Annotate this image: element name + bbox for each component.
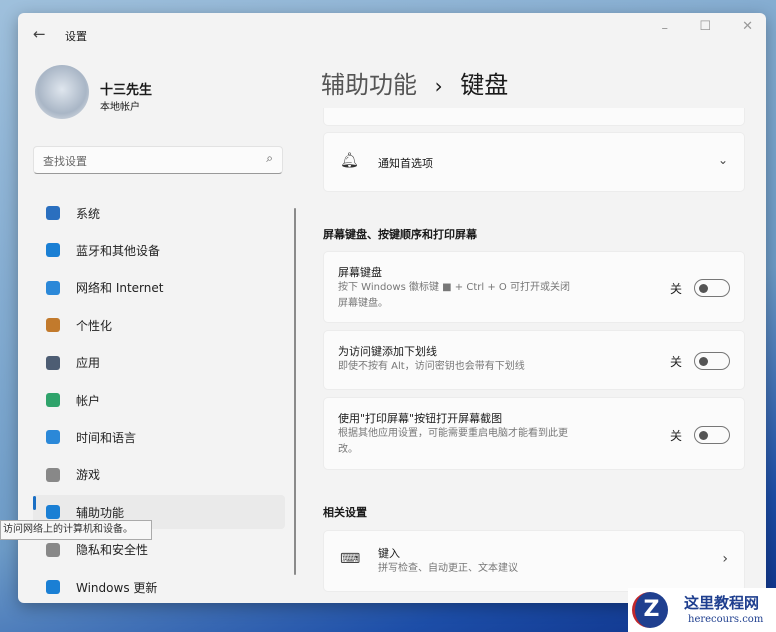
setting-card: 为访问键添加下划线即使不按有 Alt，访问密钥也会带有下划线 关 [323, 330, 745, 390]
setting-desc: 根据其他应用设置，可能需要重启电脑才能看到此更改。 [338, 428, 568, 455]
toggle-state-label: 关 [669, 282, 682, 296]
keyboard-icon: ⌨ [340, 551, 361, 567]
breadcrumb-separator: › [434, 74, 443, 98]
setting-card: 使用"打印屏幕"按钮打开屏幕截图根据其他应用设置，可能需要重启电脑才能看到此更改… [323, 397, 745, 470]
sidebar-item-label: Windows 更新 [76, 580, 158, 595]
sidebar-item-icon [46, 355, 60, 370]
sidebar-item[interactable]: Windows 更新 [33, 570, 285, 603]
sidebar-item[interactable]: 应用 [33, 346, 285, 380]
sidebar-item-icon [46, 206, 60, 220]
maximize-button[interactable]: ☐ [699, 19, 711, 34]
window-title: 设置 [65, 30, 87, 43]
sidebar-item-icon [46, 505, 60, 520]
sidebar-item[interactable]: 个性化 [33, 308, 285, 342]
section-heading-related: 相关设置 [323, 506, 367, 519]
sidebar-item-label: 隐私和安全性 [76, 543, 149, 558]
sidebar-item-label: 时间和语言 [76, 430, 137, 445]
setting-title: 屏幕键盘 [338, 266, 382, 279]
chevron-down-icon: ⌄ [717, 153, 728, 167]
back-arrow-icon[interactable]: ← [33, 25, 46, 43]
typing-desc: 拼写检查、自动更正、文本建议 [378, 563, 518, 574]
tooltip: 访问网络上的计算机和设备。 [0, 520, 152, 540]
sidebar-item-icon [46, 542, 60, 557]
toggle-state-label: 关 [669, 355, 682, 369]
watermark-url: herecours.com [688, 614, 764, 625]
notification-label: 通知首选项 [378, 157, 433, 170]
breadcrumb-current: 键盘 [460, 71, 509, 99]
breadcrumb: 辅助功能 › 键盘 [321, 65, 508, 100]
sidebar-scrollbar[interactable] [294, 208, 296, 575]
setting-desc: 按下 Windows 徽标键 ■ + Ctrl + O 可打开或关闭屏幕键盘。 [338, 282, 570, 309]
sidebar-item[interactable]: 系统 [33, 196, 285, 230]
sidebar-item-label: 个性化 [76, 318, 113, 333]
typing-card[interactable]: ⌨ 键入 拼写检查、自动更正、文本建议 › [323, 530, 745, 592]
sidebar-item-icon [46, 243, 60, 258]
sidebar-item-label: 帐户 [76, 393, 101, 408]
notification-preferences-card[interactable]: 🔔︎ 通知首选项 ⌄ [323, 132, 745, 192]
sidebar-item-label: 网络和 Internet [76, 281, 164, 296]
setting-title: 使用"打印屏幕"按钮打开屏幕截图 [338, 412, 503, 425]
watermark-name: 这里教程网 [684, 594, 760, 612]
user-name: 十三先生 [100, 83, 153, 98]
watermark: Z 这里教程网 herecours.com [628, 588, 776, 632]
sidebar-item[interactable]: 时间和语言 [33, 420, 285, 454]
sidebar-item-label: 系统 [76, 206, 101, 221]
sidebar-item-icon [46, 430, 60, 445]
toggle-switch[interactable] [694, 425, 730, 444]
sidebar-item[interactable]: 帐户 [33, 383, 285, 417]
sidebar-item-label: 应用 [76, 356, 101, 371]
setting-desc: 即使不按有 Alt，访问密钥也会带有下划线 [338, 361, 525, 372]
sidebar-item[interactable]: 网络和 Internet [33, 271, 285, 305]
chevron-right-icon: › [722, 551, 728, 567]
sidebar-item-icon [46, 393, 60, 407]
section-heading-keyboard: 屏幕键盘、按键顺序和打印屏幕 [323, 228, 477, 241]
sidebar-item-label: 蓝牙和其他设备 [76, 243, 161, 258]
sidebar-item-icon [46, 580, 60, 594]
account-type: 本地帐户 [100, 102, 140, 113]
sidebar-item[interactable]: 游戏 [33, 458, 285, 492]
selected-indicator [33, 496, 36, 510]
sidebar-item-label: 游戏 [76, 468, 101, 483]
sidebar-item-label: 辅助功能 [76, 505, 125, 520]
avatar[interactable] [35, 65, 89, 119]
close-button[interactable]: ✕ [742, 19, 753, 34]
typing-title: 键入 [378, 547, 400, 560]
search-placeholder: 查找设置 [43, 155, 87, 168]
settings-window: ← 设置 – ☐ ✕ 十三先生 本地帐户 查找设置 ⌕ 系统蓝牙和其他设备 网络和… [18, 13, 766, 603]
minimize-button[interactable]: – [662, 21, 669, 36]
breadcrumb-parent[interactable]: 辅助功能 [321, 71, 417, 99]
search-input[interactable]: 查找设置 ⌕ [33, 146, 283, 174]
setting-title: 为访问键添加下划线 [338, 345, 437, 358]
watermark-logo-icon: Z [632, 592, 668, 628]
sidebar-item[interactable]: 蓝牙和其他设备 [33, 233, 285, 267]
toggle-switch[interactable] [694, 352, 730, 370]
setting-card: 屏幕键盘按下 Windows 徽标键 ■ + Ctrl + O 可打开或关闭屏幕… [323, 251, 745, 323]
toggle-state-label: 关 [669, 428, 682, 443]
toggle-switch[interactable] [694, 279, 730, 297]
bell-icon: 🔔︎ [340, 151, 360, 169]
sidebar-item-icon [46, 280, 60, 295]
previous-card [323, 108, 745, 126]
sidebar-item-icon [46, 467, 60, 482]
sidebar-item-icon [46, 318, 60, 333]
search-icon: ⌕ [266, 151, 273, 165]
